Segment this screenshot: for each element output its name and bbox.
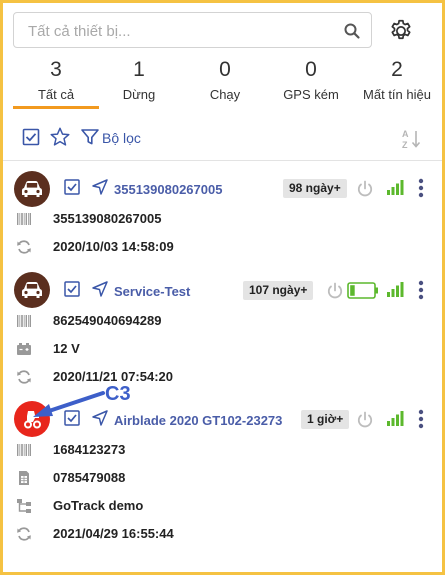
tab-lost-signal[interactable]: 2 Mất tín hiệu bbox=[356, 55, 438, 109]
power-icon bbox=[357, 411, 373, 428]
more-options-icon[interactable] bbox=[417, 409, 425, 429]
tab-label: Mất tín hiệu bbox=[363, 87, 431, 102]
refresh-icon bbox=[17, 370, 31, 384]
device-info-row: 2020/10/03 14:58:09 bbox=[3, 237, 442, 257]
tab-count: 0 bbox=[219, 58, 231, 81]
search-box[interactable] bbox=[13, 12, 372, 48]
tab-count: 3 bbox=[50, 58, 62, 81]
select-all-checkbox-icon[interactable] bbox=[22, 128, 40, 146]
power-icon bbox=[357, 180, 373, 197]
device-info-row: GoTrack demo bbox=[3, 496, 442, 516]
time-badge: 107 ngày+ bbox=[243, 281, 314, 300]
barcode-icon bbox=[17, 213, 31, 225]
svg-text:Z: Z bbox=[402, 140, 408, 150]
filter-icon[interactable] bbox=[80, 127, 100, 147]
device-name-link[interactable]: Airblade 2020 GT102-23273 bbox=[114, 413, 282, 428]
sim-number: 0785479088 bbox=[53, 470, 126, 485]
device-info-row: 862549040694289 bbox=[3, 311, 442, 331]
battery-level-icon bbox=[347, 282, 378, 299]
navigation-arrow-icon[interactable] bbox=[91, 280, 109, 298]
sort-alpha-icon[interactable]: A Z bbox=[399, 127, 423, 151]
sim-card-icon bbox=[19, 471, 29, 485]
device-info-row: 2021/04/29 16:55:44 bbox=[3, 524, 442, 544]
annotation-label: C3 bbox=[105, 383, 131, 405]
tab-count: 2 bbox=[391, 58, 403, 81]
gear-icon[interactable] bbox=[388, 18, 414, 44]
more-options-icon[interactable] bbox=[417, 178, 425, 198]
device-checkbox-icon[interactable] bbox=[64, 281, 80, 297]
tab-count: 0 bbox=[305, 58, 317, 81]
voltage-value: 12 V bbox=[53, 341, 80, 356]
tab-label: Dừng bbox=[122, 87, 156, 102]
device-name-link[interactable]: Service-Test bbox=[114, 284, 190, 299]
barcode-icon bbox=[17, 315, 31, 327]
device-imei: 862549040694289 bbox=[53, 313, 162, 328]
star-icon[interactable] bbox=[49, 126, 71, 148]
barcode-icon bbox=[17, 444, 31, 456]
device-name-link[interactable]: 355139080267005 bbox=[114, 182, 222, 197]
last-update-time: 2020/10/03 14:58:09 bbox=[53, 239, 174, 254]
tab-weak-gps[interactable]: 0 GPS kém bbox=[271, 55, 351, 109]
device-checkbox-icon[interactable] bbox=[64, 179, 80, 195]
device-info-row: 12 V bbox=[3, 339, 442, 359]
search-input[interactable] bbox=[28, 21, 328, 41]
time-badge: 98 ngày+ bbox=[283, 179, 347, 198]
signal-strength-icon bbox=[387, 411, 404, 426]
device-list-panel: 3 Tất cả 1 Dừng 0 Chạy 0 GPS kém 2 Mất t… bbox=[3, 3, 442, 572]
navigation-arrow-icon[interactable] bbox=[91, 178, 109, 196]
battery-power-icon bbox=[17, 343, 31, 355]
tab-count: 1 bbox=[133, 58, 145, 81]
signal-strength-icon bbox=[387, 282, 404, 297]
device-card[interactable]: 355139080267005 98 ngày+ 355139080267005 bbox=[3, 167, 442, 267]
device-imei: 355139080267005 bbox=[53, 211, 162, 226]
last-update-time: 2020/11/21 07:54:20 bbox=[53, 369, 173, 384]
time-badge: 1 giờ+ bbox=[301, 410, 350, 429]
car-avatar-icon bbox=[14, 272, 50, 308]
power-icon bbox=[327, 282, 343, 299]
refresh-icon bbox=[17, 527, 31, 541]
device-imei: 1684123273 bbox=[53, 442, 126, 457]
active-tab-indicator bbox=[13, 106, 99, 109]
divider bbox=[3, 160, 442, 161]
device-card[interactable]: Service-Test 107 ngày+ 862549040694289 1… bbox=[3, 268, 442, 392]
annotation-arrow-icon bbox=[33, 391, 105, 417]
tab-all[interactable]: 3 Tất cả bbox=[13, 55, 99, 109]
tab-running[interactable]: 0 Chạy bbox=[185, 55, 265, 109]
tab-label: GPS kém bbox=[283, 87, 339, 102]
tab-stopped[interactable]: 1 Dừng bbox=[99, 55, 179, 109]
signal-strength-icon bbox=[387, 180, 404, 195]
list-toolbar: Bộ lọc A Z bbox=[3, 118, 442, 158]
more-options-icon[interactable] bbox=[417, 280, 425, 300]
search-icon[interactable] bbox=[343, 22, 361, 40]
tab-label: Tất cả bbox=[37, 87, 75, 102]
filter-button[interactable]: Bộ lọc bbox=[102, 130, 141, 146]
refresh-icon bbox=[17, 240, 31, 254]
device-info-row: 1684123273 bbox=[3, 440, 442, 460]
tab-label: Chạy bbox=[209, 87, 241, 102]
device-info-row: 2020/11/21 07:54:20 bbox=[3, 367, 442, 387]
status-tabs: 3 Tất cả 1 Dừng 0 Chạy 0 GPS kém 2 Mất t… bbox=[3, 55, 442, 109]
last-update-time: 2021/04/29 16:55:44 bbox=[53, 526, 174, 541]
device-info-row: 0785479088 bbox=[3, 468, 442, 488]
svg-text:A: A bbox=[402, 129, 409, 139]
hierarchy-icon bbox=[17, 499, 31, 513]
device-card[interactable]: Airblade 2020 GT102-23273 1 giờ+ 1684123… bbox=[3, 398, 442, 558]
group-name: GoTrack demo bbox=[53, 498, 144, 513]
car-avatar-icon bbox=[14, 171, 50, 207]
device-info-row: 355139080267005 bbox=[3, 209, 442, 229]
